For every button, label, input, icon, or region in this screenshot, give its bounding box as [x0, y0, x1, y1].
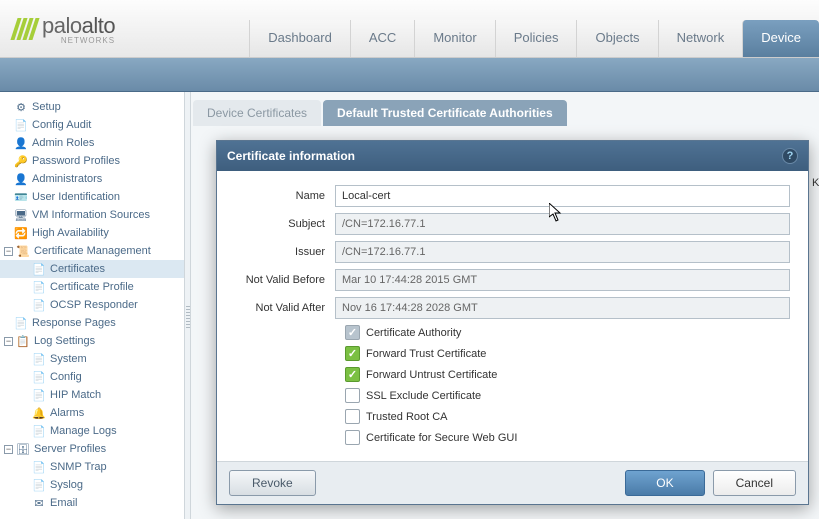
sidebar-item-syslog[interactable]: 📄Syslog — [0, 476, 184, 494]
log-icon: 📋 — [16, 334, 30, 348]
sidebar-item-vm-info[interactable]: 🖥VM Information Sources — [0, 206, 184, 224]
alarm-icon: 🔔 — [32, 406, 46, 420]
not-valid-before-input — [335, 269, 790, 291]
ok-button[interactable]: OK — [625, 470, 704, 496]
sidebar-item-cert-mgmt[interactable]: −📜Certificate Management — [0, 242, 184, 260]
cfg-icon: 📄 — [32, 370, 46, 384]
issuer-input — [335, 241, 790, 263]
logo-mark-icon — [14, 18, 36, 40]
cert-icon: 📄 — [32, 262, 46, 276]
checkbox-fwd-untrust[interactable] — [345, 367, 360, 382]
profile-icon: 📄 — [32, 280, 46, 294]
sidebar-item-response-pages[interactable]: 📄Response Pages — [0, 314, 184, 332]
sub-header-bar — [0, 58, 819, 92]
sidebar-item-config[interactable]: 📄Config — [0, 368, 184, 386]
server-icon: 🗄 — [16, 442, 30, 456]
label-name: Name — [235, 190, 335, 202]
help-icon[interactable]: ? — [782, 148, 798, 164]
email-icon: ✉ — [32, 496, 46, 510]
checkbox-fwd-trust[interactable] — [345, 346, 360, 361]
collapse-icon[interactable]: − — [4, 247, 13, 256]
label-issuer: Issuer — [235, 246, 335, 258]
brand-name-2: alto — [82, 13, 115, 38]
brand-sub: NETWORKS — [44, 36, 115, 45]
sidebar-tree: ⚙Setup 📄Config Audit 👤Admin Roles 🔑Passw… — [0, 92, 185, 519]
top-nav: Dashboard ACC Monitor Policies Objects N… — [249, 20, 819, 57]
cert-icon: 📜 — [16, 244, 30, 258]
logs-icon: 📄 — [32, 424, 46, 438]
tab-objects[interactable]: Objects — [576, 20, 657, 57]
checkbox-ssl-exclude[interactable] — [345, 388, 360, 403]
sidebar-item-user-id[interactable]: 🪪User Identification — [0, 188, 184, 206]
name-input[interactable] — [335, 185, 790, 207]
dialog-header[interactable]: Certificate information ? — [217, 141, 808, 171]
syslog-icon: 📄 — [32, 478, 46, 492]
sidebar-item-snmp[interactable]: 📄SNMP Trap — [0, 458, 184, 476]
not-valid-after-input — [335, 297, 790, 319]
collapse-icon[interactable]: − — [4, 445, 13, 454]
sidebar-item-administrators[interactable]: 👤Administrators — [0, 170, 184, 188]
label-nvb: Not Valid Before — [235, 274, 335, 286]
gear-icon: ⚙ — [14, 100, 28, 114]
sidebar-item-setup[interactable]: ⚙Setup — [0, 98, 184, 116]
sidebar-item-ocsp[interactable]: 📄OCSP Responder — [0, 296, 184, 314]
key-icon: 🔑 — [14, 154, 28, 168]
sidebar-item-config-audit[interactable]: 📄Config Audit — [0, 116, 184, 134]
checkbox-secure-web[interactable] — [345, 430, 360, 445]
tab-acc[interactable]: ACC — [350, 20, 414, 57]
ha-icon: 🔁 — [14, 226, 28, 240]
checkbox-ca — [345, 325, 360, 340]
certificate-info-dialog: Certificate information ? Name Subject I… — [216, 140, 809, 505]
tab-device-certificates[interactable]: Device Certificates — [193, 100, 321, 126]
sidebar-item-hip-match[interactable]: 📄HIP Match — [0, 386, 184, 404]
page-icon: 📄 — [14, 316, 28, 330]
app-header: paloalto NETWORKS Dashboard ACC Monitor … — [0, 0, 819, 58]
hip-icon: 📄 — [32, 388, 46, 402]
subject-input — [335, 213, 790, 235]
label-ssl-exclude: SSL Exclude Certificate — [366, 390, 481, 402]
tab-policies[interactable]: Policies — [495, 20, 577, 57]
sidebar-item-manage-logs[interactable]: 📄Manage Logs — [0, 422, 184, 440]
snmp-icon: 📄 — [32, 460, 46, 474]
dialog-title: Certificate information — [227, 149, 355, 163]
cancel-button[interactable]: Cancel — [713, 470, 796, 496]
label-trusted-root: Trusted Root CA — [366, 411, 448, 423]
label-ca: Certificate Authority — [366, 327, 461, 339]
brand-name-1: palo — [42, 13, 82, 38]
tab-trusted-ca[interactable]: Default Trusted Certificate Authorities — [323, 100, 567, 126]
sidebar-item-certificates[interactable]: 📄Certificates — [0, 260, 184, 278]
sidebar-item-log-settings[interactable]: −📋Log Settings — [0, 332, 184, 350]
tab-device[interactable]: Device — [742, 20, 819, 57]
doc-icon: 📄 — [14, 118, 28, 132]
sidebar-item-ha[interactable]: 🔁High Availability — [0, 224, 184, 242]
sidebar-item-alarms[interactable]: 🔔Alarms — [0, 404, 184, 422]
column-fragment: Ke — [812, 177, 819, 189]
collapse-icon[interactable]: − — [4, 337, 13, 346]
sidebar-item-cert-profile[interactable]: 📄Certificate Profile — [0, 278, 184, 296]
ocsp-icon: 📄 — [32, 298, 46, 312]
tab-dashboard[interactable]: Dashboard — [249, 20, 350, 57]
tab-network[interactable]: Network — [658, 20, 743, 57]
checkbox-trusted-root[interactable] — [345, 409, 360, 424]
sidebar-item-system[interactable]: 📄System — [0, 350, 184, 368]
label-nva: Not Valid After — [235, 302, 335, 314]
sidebar-item-password-profiles[interactable]: 🔑Password Profiles — [0, 152, 184, 170]
brand-logo: paloalto NETWORKS — [0, 13, 129, 45]
monitor-icon: 🖥 — [14, 208, 28, 222]
content-tabs: Device Certificates Default Trusted Cert… — [193, 100, 819, 126]
sidebar-item-server-profiles[interactable]: −🗄Server Profiles — [0, 440, 184, 458]
splitter-handle[interactable] — [185, 92, 191, 519]
user-icon: 👤 — [14, 136, 28, 150]
label-fwd-trust: Forward Trust Certificate — [366, 348, 486, 360]
label-subject: Subject — [235, 218, 335, 230]
sidebar-item-email[interactable]: ✉Email — [0, 494, 184, 512]
sidebar-item-admin-roles[interactable]: 👤Admin Roles — [0, 134, 184, 152]
id-icon: 🪪 — [14, 190, 28, 204]
label-secure-web: Certificate for Secure Web GUI — [366, 432, 517, 444]
label-fwd-untrust: Forward Untrust Certificate — [366, 369, 497, 381]
tab-monitor[interactable]: Monitor — [414, 20, 494, 57]
revoke-button[interactable]: Revoke — [229, 470, 316, 496]
sys-icon: 📄 — [32, 352, 46, 366]
user-icon: 👤 — [14, 172, 28, 186]
